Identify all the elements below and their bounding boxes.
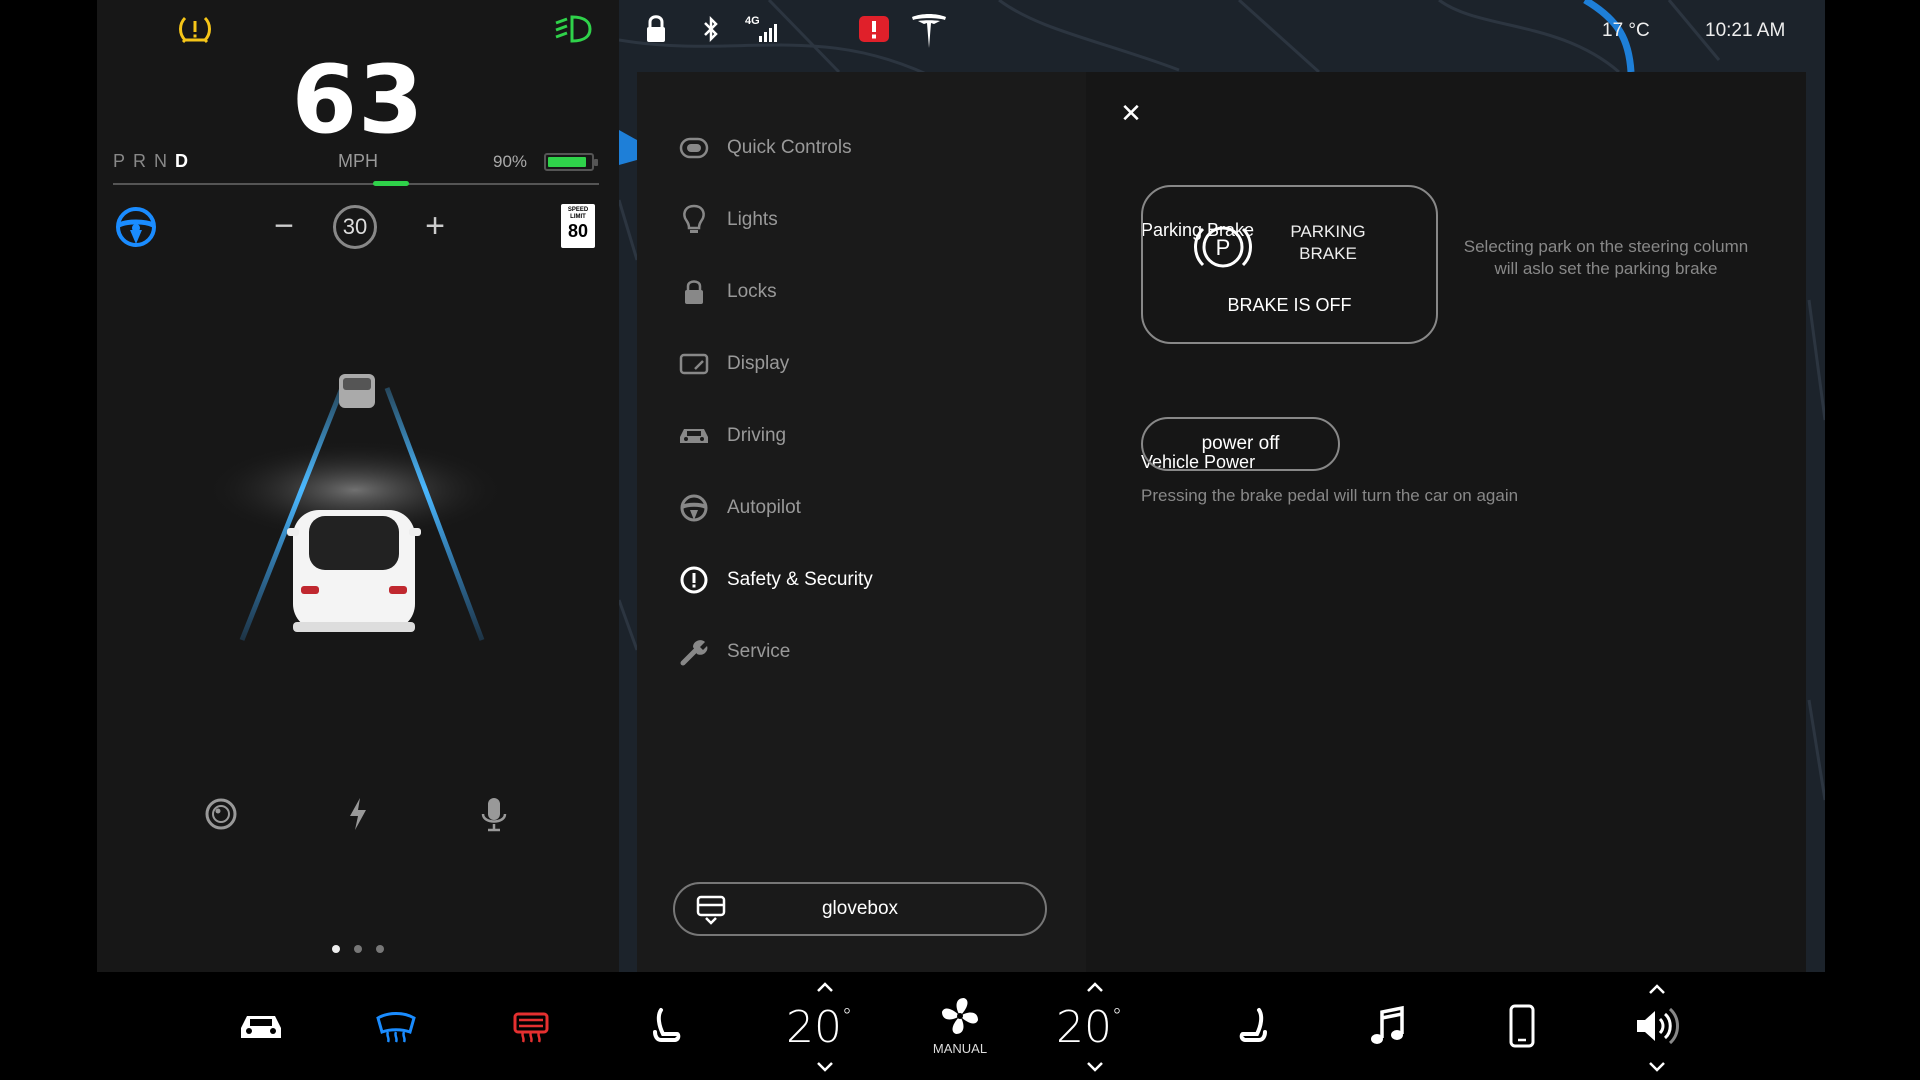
cellular-signal-icon: 4G — [745, 12, 789, 48]
climate-bar: 20° 20° — [0, 972, 1920, 1080]
safety-security-panel: ✕ Parking Brake P PARKING BRAKE BRAKE IS… — [1086, 72, 1806, 972]
own-vehicle-icon — [287, 510, 421, 632]
passenger-temp-down-icon[interactable] — [1085, 1060, 1105, 1072]
menu-item-label: Display — [727, 353, 790, 374]
parking-brake-button[interactable]: P PARKING BRAKE BRAKE IS OFF — [1141, 185, 1438, 344]
driver-temp-up-icon[interactable] — [815, 980, 835, 992]
lead-vehicle-icon — [339, 374, 375, 408]
power-off-button[interactable]: power off — [1141, 417, 1340, 471]
power-off-hint: Pressing the brake pedal will turn the c… — [1141, 486, 1519, 505]
headlight-icon — [554, 14, 592, 44]
menu-item-label: Locks — [727, 281, 777, 302]
speed-track — [113, 181, 599, 186]
autosteer-icon[interactable] — [115, 206, 157, 248]
decrease-set-speed-button[interactable]: − — [263, 206, 305, 248]
front-defrost-icon[interactable] — [372, 1002, 420, 1050]
speed-limit-sign: SPEED LIMIT 80 — [561, 204, 595, 248]
microphone-icon[interactable] — [476, 794, 512, 834]
menu-item-service[interactable]: Service — [677, 630, 790, 674]
passenger-seat-heater-icon[interactable] — [1229, 1002, 1277, 1050]
menu-item-label: Service — [727, 641, 791, 662]
passenger-temperature[interactable]: 20° — [1056, 1002, 1122, 1053]
passenger-temp-value: 20 — [1056, 1002, 1112, 1053]
parking-brake-state: BRAKE IS OFF — [1227, 295, 1352, 315]
outside-temperature: 17 °C — [1602, 20, 1650, 41]
passenger-temp-up-icon[interactable] — [1085, 980, 1105, 992]
driver-temperature[interactable]: 20° — [786, 1002, 852, 1053]
lock-icon — [677, 275, 711, 309]
camera-icon[interactable] — [203, 794, 239, 834]
menu-item-label: Lights — [727, 209, 778, 230]
phone-icon[interactable] — [1498, 1002, 1546, 1050]
speed-unit: MPH — [338, 151, 378, 171]
page-dot[interactable] — [332, 945, 340, 953]
svg-text:P: P — [1216, 235, 1231, 260]
bulb-icon — [677, 203, 711, 237]
alert-circle-icon — [677, 563, 711, 597]
page-dot[interactable] — [376, 945, 384, 953]
speed-limit-label: SPEED LIMIT — [567, 207, 589, 220]
speed-limit-value: 80 — [567, 221, 589, 241]
car-icon[interactable] — [237, 1002, 285, 1050]
glovebox-label: glovebox — [821, 898, 899, 919]
volume-icon[interactable] — [1633, 1002, 1681, 1050]
battery-percentage: 90% — [493, 152, 528, 171]
tesla-logo-icon[interactable] — [910, 12, 948, 48]
rear-defrost-icon[interactable] — [507, 1002, 555, 1050]
glovebox-icon — [695, 894, 727, 926]
speed-indicator — [373, 181, 409, 186]
menu-item-quick-controls[interactable]: Quick Controls — [677, 126, 852, 170]
menu-item-label: Autopilot — [727, 497, 801, 518]
lock-icon[interactable] — [645, 12, 667, 48]
menu-item-lights[interactable]: Lights — [677, 198, 778, 242]
glovebox-button[interactable]: glovebox — [673, 882, 1047, 936]
instrument-cluster: 63 PRND MPH 90% − 30 + SPEED LIMIT 80 — [97, 0, 619, 972]
driver-temp-down-icon[interactable] — [815, 1060, 835, 1072]
clock: 10:21 AM — [1705, 20, 1786, 41]
increase-set-speed-button[interactable]: + — [414, 206, 456, 248]
page-dot[interactable] — [354, 945, 362, 953]
parking-brake-hint: Selecting park on the steering column wi… — [1463, 237, 1749, 278]
degree-symbol: ° — [1112, 1004, 1122, 1028]
driver-seat-heater-icon[interactable] — [643, 1002, 691, 1050]
menu-item-locks[interactable]: Locks — [677, 270, 777, 314]
toggle-icon — [677, 131, 711, 165]
bluetooth-icon[interactable] — [701, 12, 721, 48]
car-icon — [677, 419, 711, 453]
display-icon — [677, 347, 711, 381]
degree-symbol: ° — [842, 1004, 852, 1028]
menu-item-autopilot[interactable]: Autopilot — [677, 486, 801, 530]
steering-wheel-icon — [677, 491, 711, 525]
alert-icon[interactable] — [857, 12, 891, 48]
music-icon[interactable] — [1364, 1002, 1412, 1050]
battery-fill — [548, 157, 586, 167]
page-indicator — [97, 940, 619, 958]
charging-icon[interactable] — [340, 794, 376, 834]
battery-icon — [544, 153, 598, 171]
menu-item-safety-security[interactable]: Safety & Security — [677, 558, 873, 602]
wrench-icon — [677, 635, 711, 669]
parking-brake-label: PARKING BRAKE — [1290, 222, 1366, 263]
parking-brake-icon: P — [1191, 217, 1255, 277]
close-button[interactable]: ✕ — [1116, 98, 1146, 128]
menu-item-label: Safety & Security — [727, 569, 873, 590]
tire-pressure-warning-icon — [177, 14, 213, 44]
volume-up-icon[interactable] — [1647, 982, 1667, 994]
volume-down-icon[interactable] — [1647, 1060, 1667, 1072]
set-speed: 30 — [333, 205, 377, 249]
menu-item-label: Quick Controls — [727, 137, 852, 158]
current-speed: 63 — [291, 46, 425, 155]
fan-mode-label: MANUAL — [932, 1041, 988, 1056]
network-type: 4G — [745, 15, 760, 27]
menu-item-driving[interactable]: Driving — [677, 414, 786, 458]
settings-menu: Quick Controls Lights Locks Display Driv… — [637, 72, 1086, 972]
autopilot-visualization — [97, 340, 619, 660]
menu-item-display[interactable]: Display — [677, 342, 789, 386]
menu-item-label: Driving — [727, 425, 787, 446]
driver-temp-value: 20 — [786, 1002, 842, 1053]
fan-icon[interactable] — [936, 992, 984, 1040]
